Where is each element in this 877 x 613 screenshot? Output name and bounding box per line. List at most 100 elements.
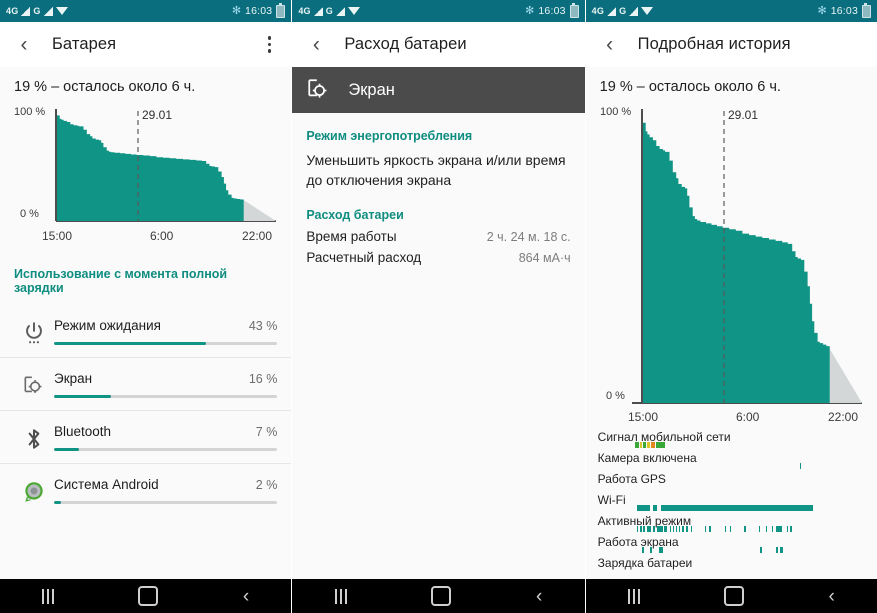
- home-icon[interactable]: [138, 586, 159, 606]
- back-chevron-icon[interactable]: ‹: [10, 31, 38, 59]
- chart-x-tick-1: 6:00: [150, 229, 174, 243]
- status-bar: 4G G ✻ 16:03: [0, 0, 292, 22]
- battery-icon: [276, 2, 286, 18]
- timeline-track: [586, 526, 877, 532]
- back-chevron-icon[interactable]: ‹: [302, 31, 330, 59]
- status-bar-left-3: 4G G: [592, 6, 654, 16]
- back-icon[interactable]: ‹: [536, 587, 542, 606]
- network-type-1: 4G: [591, 6, 605, 16]
- timeline-track: [586, 442, 877, 448]
- standby-power-icon-wrap: [14, 318, 54, 346]
- overflow-menu-icon[interactable]: [257, 33, 281, 57]
- usage-since-full-charge-link[interactable]: Использование с момента полной зарядки: [0, 257, 292, 305]
- battery-usage-row[interactable]: Экран 16 %: [0, 357, 292, 410]
- gps-row: Работа GPS: [586, 471, 877, 492]
- recents-icon[interactable]: [627, 588, 640, 604]
- battery-usage-row[interactable]: Система Android 2 %: [0, 463, 292, 516]
- home-icon[interactable]: [724, 586, 745, 606]
- signal-strength-icon-2: [629, 6, 639, 16]
- wifi-icon: [641, 7, 654, 15]
- wifi-icon: [55, 7, 68, 15]
- signal-strength-icon-2: [43, 6, 53, 16]
- timeline-segment: [724, 526, 727, 532]
- battery-icon: [861, 2, 871, 18]
- timeline-segment: [647, 442, 651, 448]
- wifi-row: Wi-Fi: [586, 492, 877, 513]
- battery-chart-svg: 100 % 0 % 29.01 15:00 6:00 22:00: [14, 106, 276, 243]
- panel-battery: 4G G ✻ 16:03 ‹ Батарея 19 % – осталось о…: [0, 0, 292, 613]
- nav-bar-1: ‹: [0, 579, 292, 613]
- battery-usage-row[interactable]: Bluetooth 7 %: [0, 410, 292, 463]
- timeline-segment: [709, 526, 711, 532]
- chart-date-marker-label: 29.01: [142, 108, 172, 122]
- timeline-segment: [650, 442, 655, 448]
- app-bar-consumption: ‹ Расход батареи: [292, 22, 585, 67]
- chart-y-min-label: 0 %: [606, 390, 625, 402]
- timeline-segment: [744, 526, 746, 532]
- detailed-history-chart: 100 % 0 % 29.01 15:00 6:00 22:00: [585, 97, 877, 427]
- chart-date-marker-label: 29.01: [728, 108, 758, 122]
- usage-progress-fill: [54, 395, 111, 398]
- three-panel-screenshot: 4G G ✻ 16:03 ‹ Батарея 19 % – осталось о…: [0, 0, 877, 613]
- battery-summary-text: 19 % – осталось около 6 ч.: [0, 67, 292, 97]
- battery-icon: [569, 2, 579, 18]
- timeline-segment: [799, 463, 801, 469]
- signal-strength-icon-1: [21, 6, 31, 16]
- chart-x-tick-0: 15:00: [628, 410, 658, 424]
- page-title: Подробная история: [637, 35, 791, 53]
- screen-icon: [308, 79, 327, 98]
- back-icon[interactable]: ‹: [243, 587, 249, 606]
- detailed-chart-svg: 100 % 0 % 29.01 15:00 6:00 22:00: [600, 106, 862, 424]
- timeline-track: [586, 505, 877, 511]
- usage-row-head: Экран 16 %: [54, 371, 277, 386]
- power-mode-heading: Режим энергопотребления: [306, 129, 473, 143]
- timeline-segment: [691, 526, 693, 532]
- nav-bar-3: ‹: [585, 579, 877, 613]
- consumption-row-value: 864 мА·ч: [518, 251, 571, 265]
- timeline-segment: [650, 547, 652, 553]
- app-bar-history: ‹ Подробная история: [585, 22, 877, 67]
- home-icon[interactable]: [431, 586, 452, 606]
- battery-usage-heading: Расход батареи: [306, 208, 404, 222]
- usage-progress-bar: [54, 395, 278, 398]
- standby-power-icon: [26, 322, 42, 344]
- timeline-segment: [653, 526, 655, 532]
- timeline-track: [586, 547, 877, 553]
- timeline-segment: [790, 526, 792, 532]
- usage-row-percent: 43 %: [248, 319, 278, 333]
- back-icon[interactable]: ‹: [828, 587, 834, 606]
- back-chevron-icon[interactable]: ‹: [596, 31, 624, 59]
- usage-row-head: Bluetooth 7 %: [54, 424, 277, 439]
- timeline-segment: [653, 505, 657, 511]
- usage-progress-fill: [54, 342, 206, 345]
- timeline-segment: [765, 526, 767, 532]
- timeline-segment: [647, 526, 652, 532]
- timeline-segment: [675, 526, 678, 532]
- screen-icon: [24, 376, 42, 393]
- page-title: Расход батареи: [344, 35, 467, 53]
- timeline-track: [586, 568, 877, 574]
- timeline-segment: [729, 526, 731, 532]
- status-clock: 16:03: [538, 5, 566, 17]
- battery-usage-row[interactable]: Режим ожидания 43 %: [0, 305, 292, 357]
- timeline-segment: [640, 526, 642, 532]
- recents-icon[interactable]: [42, 588, 55, 604]
- timeline-segment: [635, 442, 639, 448]
- timeline-segment: [642, 547, 644, 553]
- mobile-signal-row: Сигнал мобильной сети: [586, 429, 877, 450]
- screen-on-row: Работа экрана: [586, 534, 877, 555]
- signal-strength-icon-1: [607, 6, 617, 16]
- chart-x-tick-0: 15:00: [42, 229, 72, 243]
- chart-y-max-label: 100 %: [600, 106, 631, 118]
- event-timeline: Сигнал мобильной сети Камера включена Рабо…: [585, 427, 877, 579]
- consumption-row-label: Время работы: [306, 229, 397, 244]
- timeline-segment: [771, 526, 774, 532]
- status-clock: 16:03: [245, 5, 273, 17]
- timeline-segment: [758, 526, 761, 532]
- recents-icon[interactable]: [334, 588, 347, 604]
- network-type-2: G: [619, 6, 627, 16]
- status-bar-left: 4G G: [6, 6, 68, 16]
- chart-x-tick-1: 6:00: [736, 410, 760, 424]
- timeline-segment: [775, 526, 782, 532]
- battery-summary-text: 19 % – осталось около 6 ч.: [585, 67, 877, 97]
